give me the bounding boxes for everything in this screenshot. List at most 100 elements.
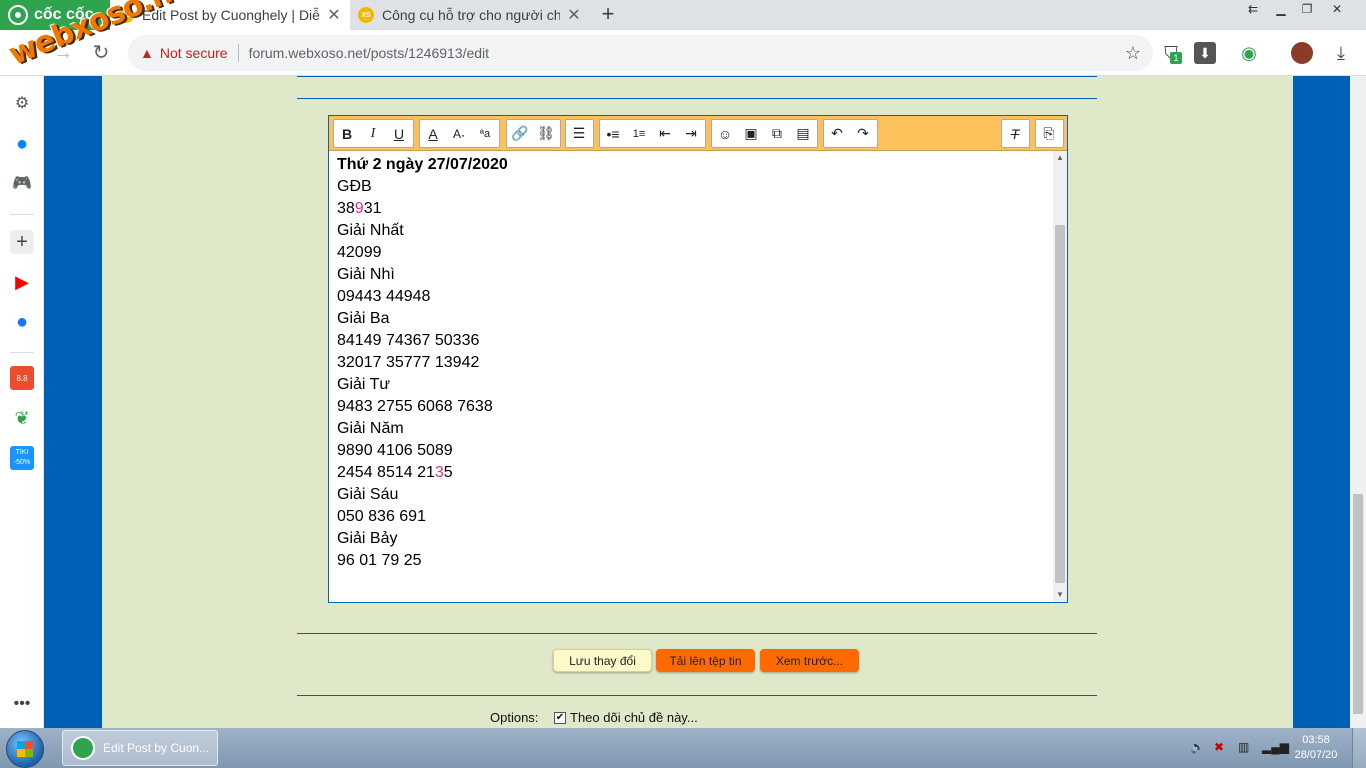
web-page: B I U A A˖ ªa 🔗 ⛓ ☰ •≡ 1≡ ⇤ ⇥ ☺ ▣ ⧉ ▤ ↶ …: [44, 76, 1350, 728]
page-scrollbar[interactable]: [1350, 76, 1366, 728]
minimize-button[interactable]: ▁: [1268, 0, 1294, 18]
profile-avatar[interactable]: [1291, 42, 1313, 64]
image-icon[interactable]: ▣: [738, 120, 764, 147]
tab-close-icon[interactable]: ✕: [566, 5, 582, 25]
gamepad-icon[interactable]: 🎮: [10, 172, 34, 196]
reload-button[interactable]: ↻: [88, 40, 114, 66]
editor-line: Giải Nhì: [337, 266, 395, 283]
coccoc-logo-icon: [8, 5, 28, 25]
taskbar-browser-item[interactable]: Edit Post by Cuon...: [62, 730, 218, 766]
unlink-icon[interactable]: ⛓: [533, 120, 559, 147]
tab-title: Công cụ hỗ trợ cho người chơ: [382, 7, 560, 23]
editor-scrollbar[interactable]: ▲ ▼: [1053, 151, 1067, 602]
underline-icon[interactable]: U: [386, 120, 412, 147]
extension-badge: 1: [1170, 52, 1182, 64]
start-button[interactable]: [6, 730, 44, 768]
italic-icon[interactable]: I: [360, 120, 386, 147]
undo-icon[interactable]: ↶: [824, 120, 850, 147]
history-group: ↶ ↷: [823, 119, 878, 148]
align-group: ☰: [565, 119, 594, 148]
quote-icon[interactable]: ▤: [790, 120, 816, 147]
add-icon[interactable]: +: [10, 230, 34, 254]
divider: [10, 352, 34, 353]
warning-icon: ▲: [140, 45, 154, 61]
toggle-mode-group: ⎘: [1035, 119, 1064, 148]
numbered-list-icon[interactable]: 1≡: [626, 120, 652, 147]
editor-line: GĐB: [337, 178, 372, 195]
security-status[interactable]: Not secure: [160, 45, 228, 61]
indent-icon[interactable]: ⇥: [678, 120, 704, 147]
editor-line: 84149 74367 50336: [337, 332, 480, 349]
new-tab-button[interactable]: +: [596, 2, 620, 28]
clock-time: 03:58: [1302, 734, 1330, 746]
editor-line: 42099: [337, 244, 382, 261]
editor-line: Giải Sáu: [337, 486, 399, 503]
browser-toolbar: ← → ↻ ▲ Not secure forum.webxoso.net/pos…: [0, 30, 1366, 76]
volume-icon[interactable]: 🔈: [1190, 740, 1205, 754]
options-label: Options:: [490, 710, 539, 725]
smiley-icon[interactable]: ☺: [712, 120, 738, 147]
restore-button[interactable]: ❐: [1294, 0, 1320, 18]
checkbox-checked-icon[interactable]: ✔: [554, 711, 566, 724]
font-family-icon[interactable]: ªa: [472, 120, 498, 147]
editor-line: Giải Bảy: [337, 530, 398, 547]
divider: [297, 695, 1097, 696]
remove-format-group: T: [1001, 119, 1030, 148]
tab-close-icon[interactable]: ✕: [326, 5, 342, 25]
tab-search-icon[interactable]: ⇇: [1240, 0, 1266, 18]
youtube-icon[interactable]: ▶: [10, 270, 34, 294]
editor-line-date: Thứ 2 ngày 27/07/2020: [337, 156, 508, 173]
bullet-list-icon[interactable]: •≡: [600, 120, 626, 147]
toggle-mode-icon[interactable]: ⎘: [1036, 120, 1062, 147]
font-size-icon[interactable]: A˖: [446, 120, 472, 147]
upload-file-button[interactable]: Tải lên tệp tin: [656, 649, 755, 672]
text-color-icon[interactable]: A: [420, 120, 446, 147]
text-segment: 38: [337, 200, 355, 217]
save-changes-button[interactable]: Lưu thay đổi: [553, 649, 652, 672]
editor-line: Giải Ba: [337, 310, 390, 327]
post-editor[interactable]: B I U A A˖ ªa 🔗 ⛓ ☰ •≡ 1≡ ⇤ ⇥ ☺ ▣ ⧉ ▤ ↶ …: [328, 115, 1068, 603]
address-bar[interactable]: ▲ Not secure forum.webxoso.net/posts/124…: [128, 35, 1153, 71]
bookmark-star-icon[interactable]: ☆: [1122, 42, 1144, 64]
url-text[interactable]: forum.webxoso.net/posts/1246913/edit: [249, 45, 490, 61]
editor-line: Giải Nhất: [337, 222, 404, 239]
more-icon[interactable]: •••: [10, 692, 34, 716]
remove-format-icon[interactable]: T: [1002, 120, 1028, 147]
editor-body[interactable]: Thứ 2 ngày 27/07/2020 GĐB 38931 Giải Nhấ…: [329, 151, 1053, 602]
download-icon[interactable]: ⤓: [1330, 42, 1352, 64]
page-scroll-thumb[interactable]: [1353, 494, 1363, 714]
preview-button[interactable]: Xem trước...: [760, 649, 859, 672]
redo-icon[interactable]: ↷: [850, 120, 876, 147]
coccoc-taskbar-icon: [71, 736, 95, 760]
network-error-icon[interactable]: ✖: [1214, 740, 1224, 754]
text-segment: 2454 8514 21: [337, 464, 435, 481]
system-clock[interactable]: 03:58 28/07/20: [1290, 733, 1342, 763]
scroll-up-icon[interactable]: ▲: [1053, 151, 1067, 165]
device-icon[interactable]: ▥: [1238, 740, 1249, 754]
settings-icon[interactable]: ⚙: [10, 92, 34, 116]
messenger-icon[interactable]: ●: [10, 132, 34, 156]
windows-taskbar: Edit Post by Cuon... 🔈 ✖ ▥ ▂▄▆ 03:58 28/…: [0, 728, 1366, 768]
scroll-down-icon[interactable]: ▼: [1053, 588, 1067, 602]
close-window-button[interactable]: ✕: [1322, 0, 1352, 18]
download-extension-icon[interactable]: ⬇: [1194, 42, 1216, 64]
coccoc-extension-icon[interactable]: ◉: [1238, 42, 1260, 64]
align-left-icon[interactable]: ☰: [566, 120, 592, 147]
show-desktop-button[interactable]: [1352, 728, 1366, 768]
editor-line-gdb-number: 38931: [337, 198, 1045, 220]
media-icon[interactable]: ⧉: [764, 120, 790, 147]
coccoc-leaf-icon[interactable]: ❦: [10, 406, 34, 430]
editor-scroll-thumb[interactable]: [1055, 225, 1065, 583]
link-group: 🔗 ⛓: [506, 119, 561, 148]
tiki-discount: -50%: [13, 459, 31, 466]
link-icon[interactable]: 🔗: [507, 120, 533, 147]
watch-thread-option[interactable]: ✔ Theo dõi chủ đề này...: [554, 710, 698, 725]
shopee-icon[interactable]: 8.8: [10, 366, 34, 390]
bold-icon[interactable]: B: [334, 120, 360, 147]
tiki-icon[interactable]: TIKI -50%: [10, 446, 34, 470]
signal-icon[interactable]: ▂▄▆: [1262, 740, 1289, 754]
outdent-icon[interactable]: ⇤: [652, 120, 678, 147]
divider: [297, 98, 1097, 99]
facebook-icon[interactable]: ●: [10, 310, 34, 334]
tab-tools[interactable]: XS Công cụ hỗ trợ cho người chơ ✕: [350, 0, 590, 30]
